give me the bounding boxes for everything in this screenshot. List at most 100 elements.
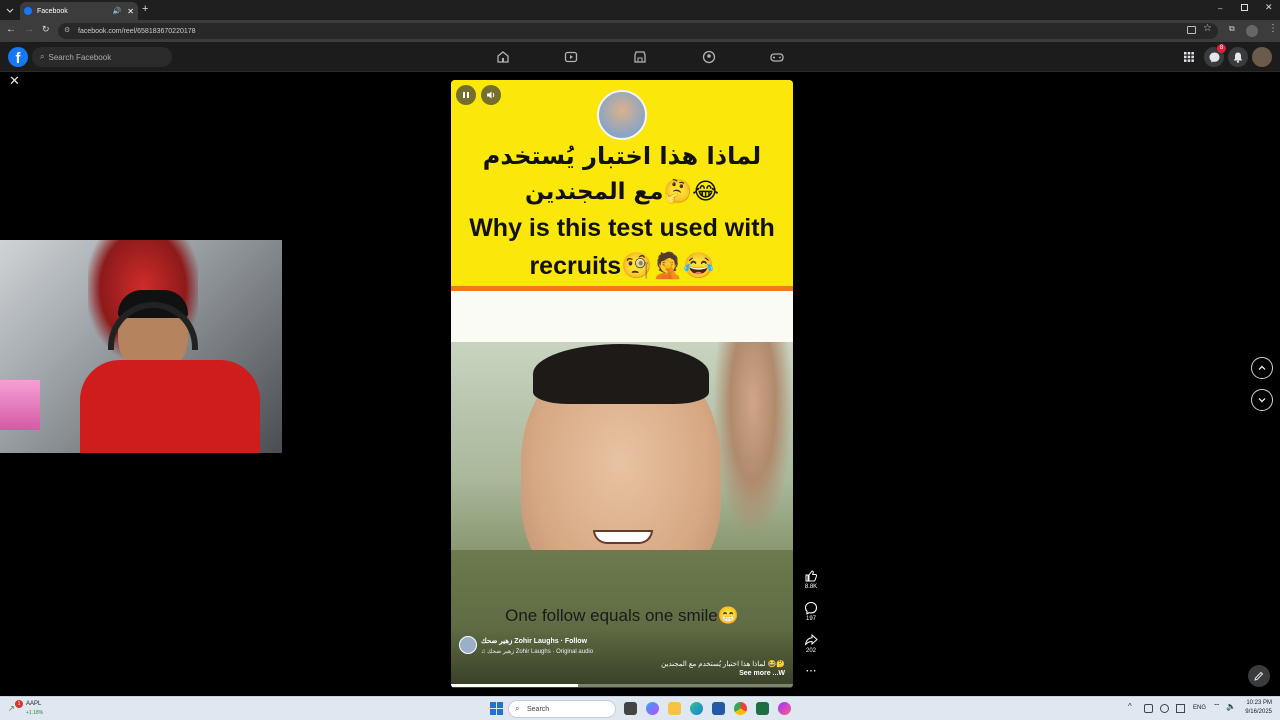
reel-video[interactable]: لماذا هذا اختبار يُستخدم مع المجندين🤔😂 W… <box>451 80 793 688</box>
tray-icon-1[interactable] <box>1144 704 1153 713</box>
forward-icon[interactable]: → <box>24 24 34 35</box>
red-shirt <box>80 360 260 453</box>
comment-count: 197 <box>805 616 816 622</box>
compose-message-icon[interactable] <box>1248 665 1270 687</box>
profile-avatar[interactable] <box>1246 25 1258 37</box>
streamer-webcam <box>0 240 282 453</box>
search-facebook-input[interactable]: ⌕ Search Facebook <box>32 47 172 67</box>
gaming-icon[interactable] <box>769 49 785 65</box>
stock-change: +1.18% <box>26 710 44 716</box>
groups-icon[interactable] <box>701 49 717 65</box>
taskbar-search-label: Search <box>527 705 550 713</box>
desk-led <box>0 380 40 430</box>
notification-badge: 8 <box>1217 44 1226 53</box>
reel-title-english-1: Why is this test used with <box>469 214 775 242</box>
like-button[interactable]: 8.8K <box>800 569 822 590</box>
hair <box>533 344 709 404</box>
windows-taskbar: 1 ↗ AAPL +1.18% ⌕ Search ^ ENG ⌔ 🔈 10:23… <box>0 696 1280 720</box>
tab-search-icon[interactable] <box>5 5 15 15</box>
wifi-icon[interactable]: ⌔ <box>1213 702 1221 712</box>
tab-title: Facebook <box>37 7 68 15</box>
terminal-icon[interactable] <box>756 702 769 715</box>
tab-audio-icon[interactable]: 🔊 <box>113 7 122 15</box>
audio-info[interactable]: ♫ زهير ضحك Zohir Laughs · Original audio <box>481 648 593 655</box>
audio-text: زهير ضحك Zohir Laughs · Original audio <box>487 649 594 655</box>
tab-facebook[interactable]: Facebook 🔊 ✕ <box>20 2 138 20</box>
messenger-icon[interactable]: 8 <box>1204 44 1226 67</box>
start-button[interactable] <box>490 702 503 715</box>
next-reel-button[interactable] <box>1251 389 1273 411</box>
extensions-icon[interactable]: ⧉ <box>1229 24 1235 34</box>
subtitle-strip <box>451 291 793 342</box>
smile <box>593 530 653 544</box>
taskbar-search-icon: ⌕ <box>515 704 520 713</box>
maximize-icon[interactable] <box>1241 4 1248 11</box>
stock-symbol: AAPL <box>26 701 42 707</box>
share-button[interactable]: 202 <box>800 633 822 654</box>
site-info-icon[interactable]: ⚙ <box>64 26 70 34</box>
clock[interactable]: 10:23 PM 9/16/2025 <box>1240 699 1272 717</box>
account-avatar[interactable] <box>1252 47 1272 67</box>
like-count: 8.8K <box>804 584 818 590</box>
install-icon[interactable] <box>1187 26 1196 34</box>
browser-tab-bar: Facebook 🔊 ✕ + – ✕ <box>0 0 1280 20</box>
stock-badge: 1 <box>15 700 23 708</box>
browser-menu-icon[interactable]: ⋮ <box>1268 23 1278 34</box>
home-icon[interactable] <box>495 49 511 65</box>
store-icon[interactable] <box>712 702 725 715</box>
see-more-link[interactable]: See more ...W <box>709 670 785 677</box>
menu-grid-icon[interactable] <box>1179 47 1199 67</box>
author-avatar[interactable] <box>459 636 477 654</box>
reel-title-arabic-2: مع المجندين🤔😂 <box>525 179 719 205</box>
task-view-icon[interactable] <box>624 702 637 715</box>
reel-title-banner: لماذا هذا اختبار يُستخدم مع المجندين🤔😂 W… <box>451 80 793 290</box>
close-window-icon[interactable]: ✕ <box>1265 2 1273 13</box>
tray-icon-3[interactable] <box>1176 704 1185 713</box>
reload-icon[interactable]: ↻ <box>42 24 50 35</box>
author-name[interactable]: زهير ضحك Zohir Laughs · Follow <box>481 637 587 645</box>
author-name-text[interactable]: زهير ضحك Zohir Laughs <box>481 638 559 645</box>
creator-avatar <box>597 90 647 140</box>
edge-icon[interactable] <box>690 702 703 715</box>
close-reel-icon[interactable]: ✕ <box>9 73 20 89</box>
progress-track[interactable] <box>451 684 793 687</box>
minimize-icon[interactable]: – <box>1218 4 1222 13</box>
file-explorer-icon[interactable] <box>668 702 681 715</box>
notifications-bell-icon[interactable] <box>1228 47 1248 67</box>
facebook-favicon-icon <box>24 7 32 15</box>
previous-reel-button[interactable] <box>1251 357 1273 379</box>
messenger-app-icon[interactable] <box>778 702 791 715</box>
facebook-logo-icon[interactable]: f <box>8 47 28 67</box>
show-hidden-icons[interactable]: ^ <box>1128 702 1132 711</box>
new-tab-button[interactable]: + <box>142 3 148 15</box>
back-icon[interactable]: ← <box>6 24 16 35</box>
tab-close-icon[interactable]: ✕ <box>127 7 134 16</box>
background-soldier <box>713 342 793 542</box>
progress-fill <box>451 684 578 687</box>
reel-title-arabic-1: لماذا هذا اختبار يُستخدم <box>482 142 762 170</box>
reel-title-english-2: recruits🧐🤦😂 <box>529 252 715 280</box>
volume-icon[interactable]: 🔈 <box>1226 702 1236 711</box>
search-icon: ⌕ <box>40 52 45 61</box>
bookmark-star-icon[interactable]: ☆ <box>1203 23 1212 34</box>
address-bar-row: ← → ↻ ⚙ facebook.com/reel/65818367022017… <box>0 20 1280 42</box>
copilot-icon[interactable] <box>646 702 659 715</box>
language-indicator[interactable]: ENG <box>1193 705 1206 711</box>
pause-button[interactable] <box>456 85 476 105</box>
url-text: facebook.com/reel/658183670220178 <box>78 27 196 35</box>
search-placeholder: Search Facebook <box>48 52 112 62</box>
reel-description: لماذا هذا اختبار يُستخدم مع المجندين 😂🤔 <box>661 661 785 668</box>
follow-link[interactable]: · Follow <box>561 638 587 645</box>
clock-date: 9/16/2025 <box>1245 709 1272 715</box>
facebook-top-bar: f ⌕ Search Facebook 8 <box>0 42 1280 72</box>
video-icon[interactable] <box>563 49 579 65</box>
marketplace-icon[interactable] <box>632 49 648 65</box>
chrome-icon[interactable] <box>734 702 747 715</box>
share-count: 202 <box>805 648 816 654</box>
comment-button[interactable]: 197 <box>800 601 822 622</box>
taskbar-search-input[interactable]: ⌕ Search <box>508 700 616 718</box>
tray-icon-2[interactable] <box>1160 704 1169 713</box>
volume-button[interactable] <box>481 85 501 105</box>
more-options-icon[interactable]: ⋯ <box>800 664 822 677</box>
url-field[interactable]: ⚙ facebook.com/reel/658183670220178 <box>58 23 1218 39</box>
